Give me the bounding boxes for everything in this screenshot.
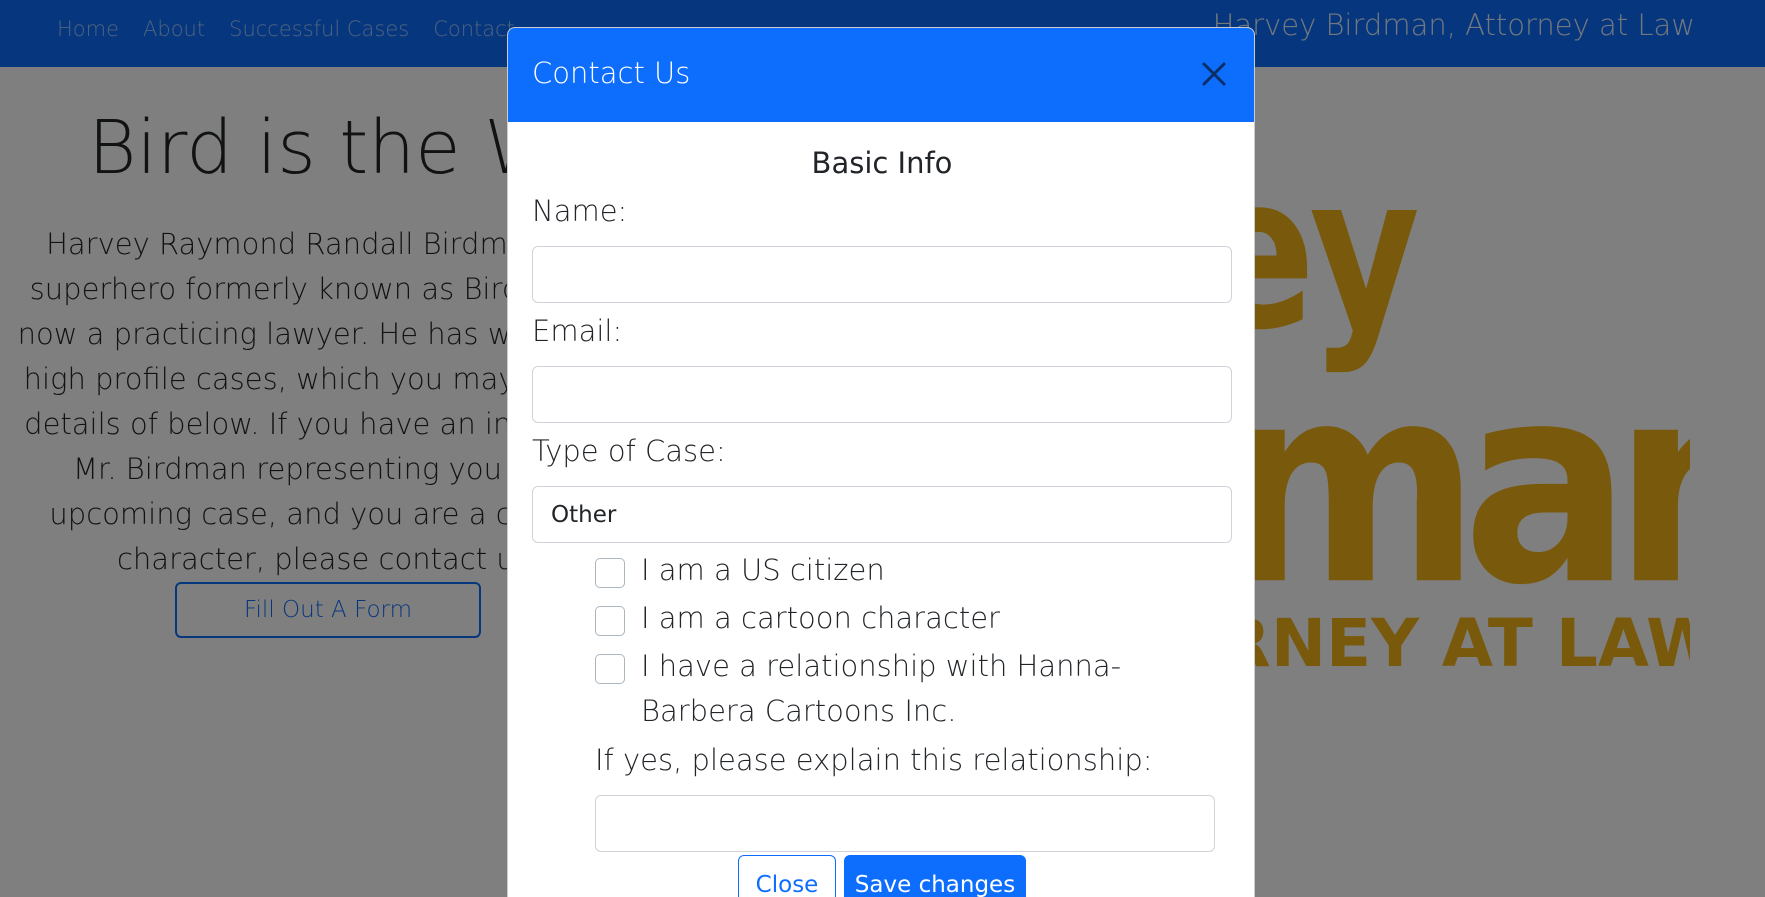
- check-label-cartoon-character: I am a cartoon character: [641, 601, 1000, 635]
- checkbox-us-citizen[interactable]: [595, 558, 625, 588]
- case-type-select[interactable]: Other: [532, 486, 1232, 543]
- check-us-citizen[interactable]: I am a US citizen: [595, 553, 885, 593]
- explain-relationship-input[interactable]: [595, 795, 1215, 852]
- check-hanna-barbera[interactable]: I have a relationship with Hanna-Barbera…: [595, 649, 1201, 734]
- explain-relationship-label: If yes, please explain this relationship…: [595, 743, 1153, 777]
- name-input[interactable]: [532, 246, 1232, 303]
- close-button[interactable]: Close: [738, 855, 836, 897]
- close-icon[interactable]: [1196, 56, 1232, 92]
- email-label: Email:: [532, 314, 623, 348]
- save-changes-button[interactable]: Save changes: [844, 855, 1026, 897]
- modal-header: Contact Us: [508, 28, 1254, 122]
- checkbox-cartoon-character[interactable]: [595, 606, 625, 636]
- case-type-value: Other: [551, 501, 617, 528]
- email-input[interactable]: [532, 366, 1232, 423]
- check-cartoon-character[interactable]: I am a cartoon character: [595, 601, 1000, 641]
- check-label-us-citizen: I am a US citizen: [641, 553, 885, 587]
- name-label: Name:: [532, 194, 628, 228]
- contact-modal: Contact Us Basic Info Name: Email: Type …: [507, 27, 1255, 897]
- modal-title: Contact Us: [532, 56, 691, 90]
- case-type-label: Type of Case:: [532, 434, 726, 468]
- check-label-hanna-barbera: I have a relationship with Hanna-Barbera…: [641, 649, 1122, 728]
- checkbox-hanna-barbera[interactable]: [595, 654, 625, 684]
- section-title: Basic Info: [811, 146, 953, 180]
